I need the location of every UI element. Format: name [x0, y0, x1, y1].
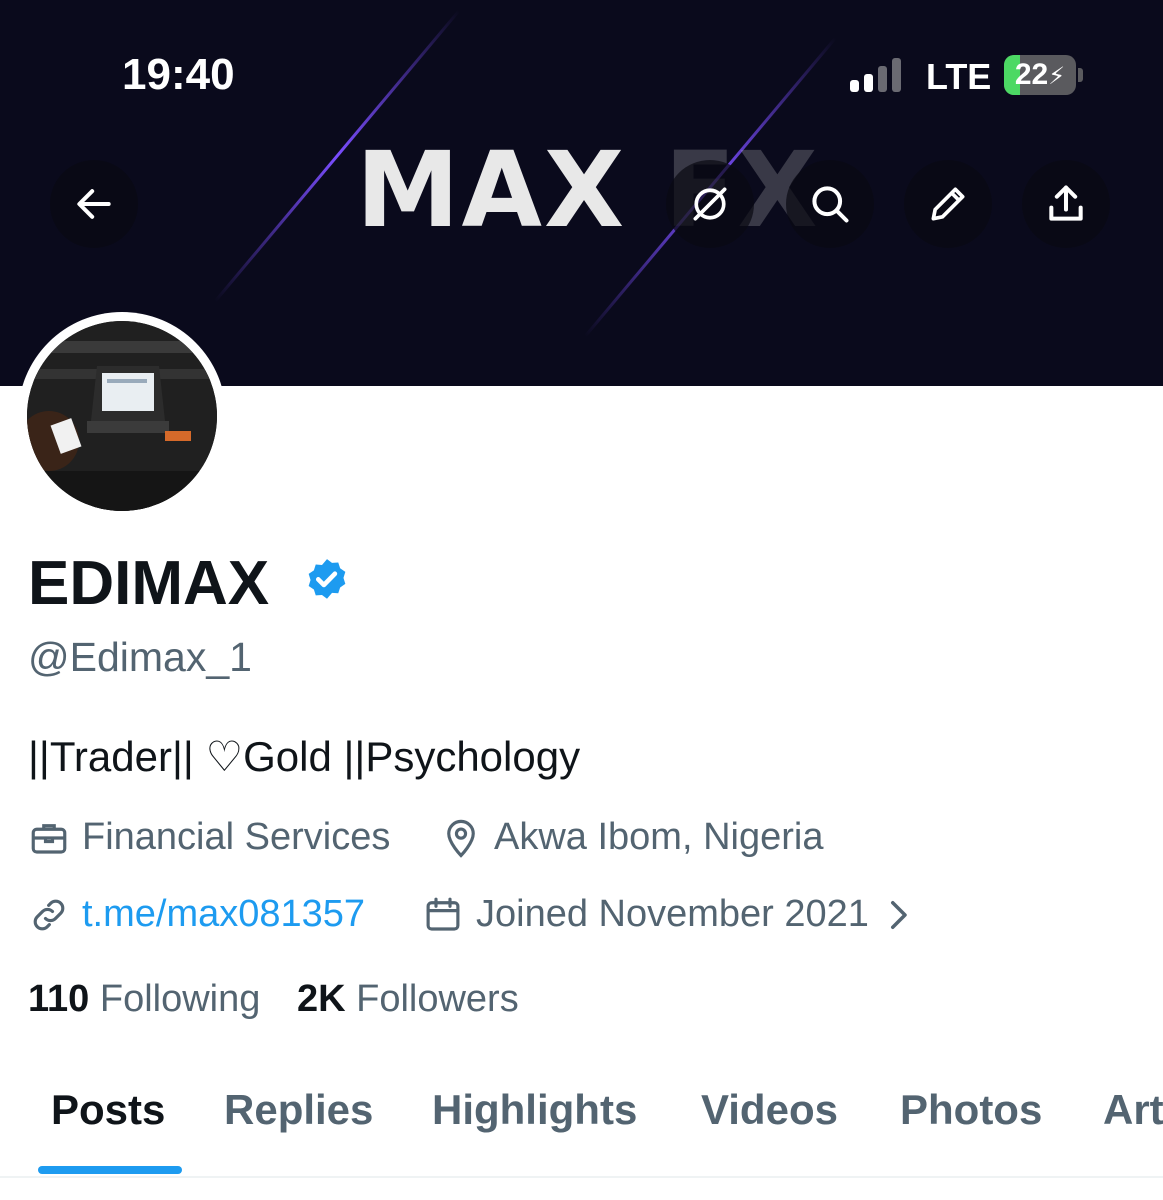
- following-label: Following: [99, 978, 261, 1020]
- tabs-divider: [0, 1176, 1163, 1178]
- edit-button[interactable]: [904, 160, 992, 248]
- tab-highlights[interactable]: Highlights: [432, 1086, 637, 1134]
- user-handle: @Edimax_1: [28, 634, 252, 680]
- grok-button[interactable]: [666, 160, 754, 248]
- follow-counts: 110 Following 2K Followers: [28, 978, 519, 1021]
- battery-percent: 22⚡: [1014, 58, 1066, 91]
- status-time: 19:40: [122, 50, 235, 99]
- active-tab-indicator: [38, 1166, 182, 1174]
- network-type: LTE: [926, 56, 992, 97]
- tab-posts[interactable]: Posts: [51, 1086, 165, 1134]
- website-link[interactable]: t.me/max081357: [82, 893, 365, 936]
- calendar-icon: [426, 897, 460, 931]
- share-button[interactable]: [1022, 160, 1110, 248]
- back-arrow-icon: [77, 189, 111, 219]
- battery-icon: 22⚡: [1004, 55, 1076, 95]
- tab-articles[interactable]: Art: [1103, 1086, 1163, 1134]
- followers-count: 2K: [296, 978, 346, 1020]
- location-item: Akwa Ibom, Nigeria: [440, 816, 823, 859]
- verified-badge-icon[interactable]: [302, 556, 352, 606]
- website-item[interactable]: t.me/max081357: [28, 893, 365, 936]
- back-button[interactable]: [50, 160, 138, 248]
- category-label: Financial Services: [82, 816, 391, 858]
- following-count: 110: [28, 978, 90, 1020]
- cellular-signal-icon: [850, 58, 901, 92]
- link-icon: [33, 899, 65, 930]
- battery-tip: [1078, 68, 1083, 82]
- grok-icon: [693, 187, 727, 221]
- profile-avatar[interactable]: [18, 312, 226, 520]
- profile-bio: ||Trader|| ♡Gold ||Psychology: [28, 733, 581, 780]
- share-icon: [1049, 185, 1083, 221]
- joined-label: Joined November 2021: [476, 893, 869, 935]
- tab-replies[interactable]: Replies: [224, 1086, 373, 1134]
- avatar-photo: [27, 321, 217, 511]
- location-pin-icon: [447, 819, 475, 858]
- pencil-icon: [931, 187, 965, 221]
- search-icon: [812, 186, 849, 223]
- location-label: Akwa Ibom, Nigeria: [494, 816, 824, 858]
- display-name: EDIMAX: [28, 549, 270, 618]
- following-link[interactable]: 110 Following: [28, 978, 260, 1020]
- tab-photos[interactable]: Photos: [900, 1086, 1042, 1134]
- followers-label: Followers: [356, 978, 519, 1020]
- search-button[interactable]: [786, 160, 874, 248]
- profile-tabs: Posts Replies Highlights Videos Photos A…: [0, 1086, 1163, 1176]
- category-item: Financial Services: [28, 816, 390, 859]
- tab-videos[interactable]: Videos: [701, 1086, 838, 1134]
- followers-link[interactable]: 2K Followers: [297, 978, 519, 1020]
- banner-logo-main: MAX: [356, 129, 627, 251]
- briefcase-icon: [31, 823, 67, 854]
- chevron-right-icon: [890, 900, 907, 929]
- joined-item[interactable]: Joined November 2021: [422, 893, 919, 936]
